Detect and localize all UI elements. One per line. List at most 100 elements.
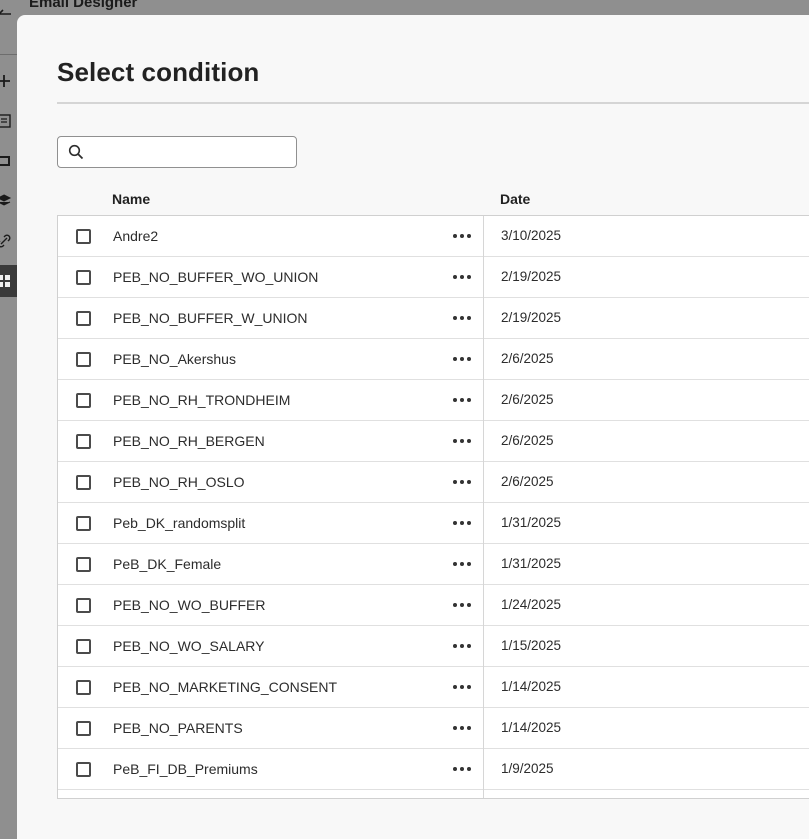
row-date: 2/19/2025 xyxy=(501,310,562,325)
back-arrow-icon[interactable] xyxy=(0,4,14,24)
column-separator xyxy=(483,339,484,380)
row-name: PEB_NO_WO_SALARY xyxy=(113,638,265,654)
row-checkbox[interactable] xyxy=(76,680,91,695)
rail-divider xyxy=(0,54,17,55)
column-separator xyxy=(483,298,484,339)
row-name: PEB_NO_MARKETING_CONSENT xyxy=(113,679,338,695)
row-name: PEB_NO_RH_BERGEN xyxy=(113,433,265,449)
table-row[interactable]: PEB_NO_Akershus 2/6/2025 xyxy=(58,339,809,380)
row-checkbox[interactable] xyxy=(76,229,91,244)
column-separator xyxy=(483,216,484,257)
row-checkbox[interactable] xyxy=(76,598,91,613)
row-date: 2/6/2025 xyxy=(501,351,554,366)
search-field[interactable] xyxy=(57,136,297,168)
row-date: 1/14/2025 xyxy=(501,679,562,694)
row-checkbox[interactable] xyxy=(76,475,91,490)
row-checkbox[interactable] xyxy=(76,721,91,736)
add-icon[interactable] xyxy=(0,71,14,91)
row-date: 3/10/2025 xyxy=(501,228,562,243)
table-row[interactable] xyxy=(58,790,809,798)
more-options-icon[interactable] xyxy=(451,718,473,738)
table-row[interactable]: PEB_NO_WO_BUFFER 1/24/2025 xyxy=(58,585,809,626)
row-checkbox[interactable] xyxy=(76,639,91,654)
row-checkbox[interactable] xyxy=(76,393,91,408)
column-header-name[interactable]: Name xyxy=(112,191,150,207)
more-options-icon[interactable] xyxy=(451,308,473,328)
row-date: 1/14/2025 xyxy=(501,720,562,735)
more-options-icon[interactable] xyxy=(451,759,473,779)
more-options-icon[interactable] xyxy=(451,267,473,287)
column-header-date[interactable]: Date xyxy=(500,191,530,207)
table-row[interactable]: PEB_NO_MARKETING_CONSENT 1/14/2025 xyxy=(58,667,809,708)
form-icon[interactable] xyxy=(0,111,14,131)
more-options-icon[interactable] xyxy=(451,677,473,697)
column-separator xyxy=(483,544,484,585)
conditions-table: Andre2 3/10/2025 PEB_NO_BUFFER_WO_UNION … xyxy=(57,215,809,799)
row-name: Andre2 xyxy=(113,228,159,244)
column-separator xyxy=(483,462,484,503)
dialog-title: Select condition xyxy=(57,57,260,87)
row-name: PEB_NO_BUFFER_W_UNION xyxy=(113,310,308,326)
more-options-icon[interactable] xyxy=(451,472,473,492)
column-separator xyxy=(483,667,484,708)
table-row[interactable]: PEB_NO_RH_BERGEN 2/6/2025 xyxy=(58,421,809,462)
layers-icon[interactable] xyxy=(0,191,14,211)
more-options-icon[interactable] xyxy=(451,390,473,410)
row-date: 2/6/2025 xyxy=(501,392,554,407)
row-name: Peb_DK_randomsplit xyxy=(113,515,246,531)
row-name: PEB_NO_RH_OSLO xyxy=(113,474,245,490)
row-date: 1/24/2025 xyxy=(501,597,562,612)
table-row[interactable]: PeB_DK_Female 1/31/2025 xyxy=(58,544,809,585)
row-checkbox[interactable] xyxy=(76,557,91,572)
link-icon[interactable] xyxy=(0,231,14,251)
column-separator xyxy=(483,380,484,421)
dialog-divider xyxy=(57,102,809,104)
row-name: PEB_NO_WO_BUFFER xyxy=(113,597,266,613)
row-checkbox[interactable] xyxy=(76,762,91,777)
row-checkbox[interactable] xyxy=(76,352,91,367)
search-input[interactable] xyxy=(92,139,291,165)
more-options-icon[interactable] xyxy=(451,349,473,369)
table-row[interactable]: PEB_NO_RH_TRONDHEIM 2/6/2025 xyxy=(58,380,809,421)
more-options-icon[interactable] xyxy=(451,595,473,615)
search-icon xyxy=(68,144,84,160)
left-rail xyxy=(0,0,17,839)
row-checkbox[interactable] xyxy=(76,434,91,449)
row-name: PEB_NO_PARENTS xyxy=(113,720,243,736)
row-date: 2/6/2025 xyxy=(501,474,554,489)
row-date: 2/6/2025 xyxy=(501,433,554,448)
row-date: 1/15/2025 xyxy=(501,638,562,653)
more-options-icon[interactable] xyxy=(451,513,473,533)
row-date: 1/9/2025 xyxy=(501,761,554,776)
row-checkbox[interactable] xyxy=(76,311,91,326)
gallery-icon[interactable] xyxy=(0,151,14,171)
table-header: Name Date xyxy=(57,187,809,213)
table-row[interactable]: PEB_NO_RH_OSLO 2/6/2025 xyxy=(58,462,809,503)
more-options-icon[interactable] xyxy=(451,431,473,451)
row-date: 1/31/2025 xyxy=(501,515,562,530)
table-row[interactable]: PEB_NO_BUFFER_W_UNION 2/19/2025 xyxy=(58,298,809,339)
more-options-icon[interactable] xyxy=(451,554,473,574)
table-row[interactable]: Andre2 3/10/2025 xyxy=(58,216,809,257)
row-name: PEB_NO_BUFFER_WO_UNION xyxy=(113,269,319,285)
column-separator xyxy=(483,585,484,626)
grid-icon[interactable] xyxy=(0,271,14,291)
row-name: PEB_NO_RH_TRONDHEIM xyxy=(113,392,291,408)
app-title: Email Designer xyxy=(29,0,138,11)
row-checkbox[interactable] xyxy=(76,516,91,531)
column-separator xyxy=(483,749,484,790)
more-options-icon[interactable] xyxy=(451,636,473,656)
table-row[interactable]: PEB_NO_WO_SALARY 1/15/2025 xyxy=(58,626,809,667)
column-separator xyxy=(483,708,484,749)
select-condition-dialog: Select condition Name Date Andre2 3/10/2… xyxy=(17,15,809,839)
table-row[interactable]: PEB_NO_BUFFER_WO_UNION 2/19/2025 xyxy=(58,257,809,298)
row-date: 1/31/2025 xyxy=(501,556,562,571)
table-row[interactable]: PeB_FI_DB_Premiums 1/9/2025 xyxy=(58,749,809,790)
column-separator xyxy=(483,790,484,798)
row-name: PeB_DK_Female xyxy=(113,556,222,572)
column-separator xyxy=(483,421,484,462)
row-checkbox[interactable] xyxy=(76,270,91,285)
table-row[interactable]: Peb_DK_randomsplit 1/31/2025 xyxy=(58,503,809,544)
table-row[interactable]: PEB_NO_PARENTS 1/14/2025 xyxy=(58,708,809,749)
more-options-icon[interactable] xyxy=(451,226,473,246)
